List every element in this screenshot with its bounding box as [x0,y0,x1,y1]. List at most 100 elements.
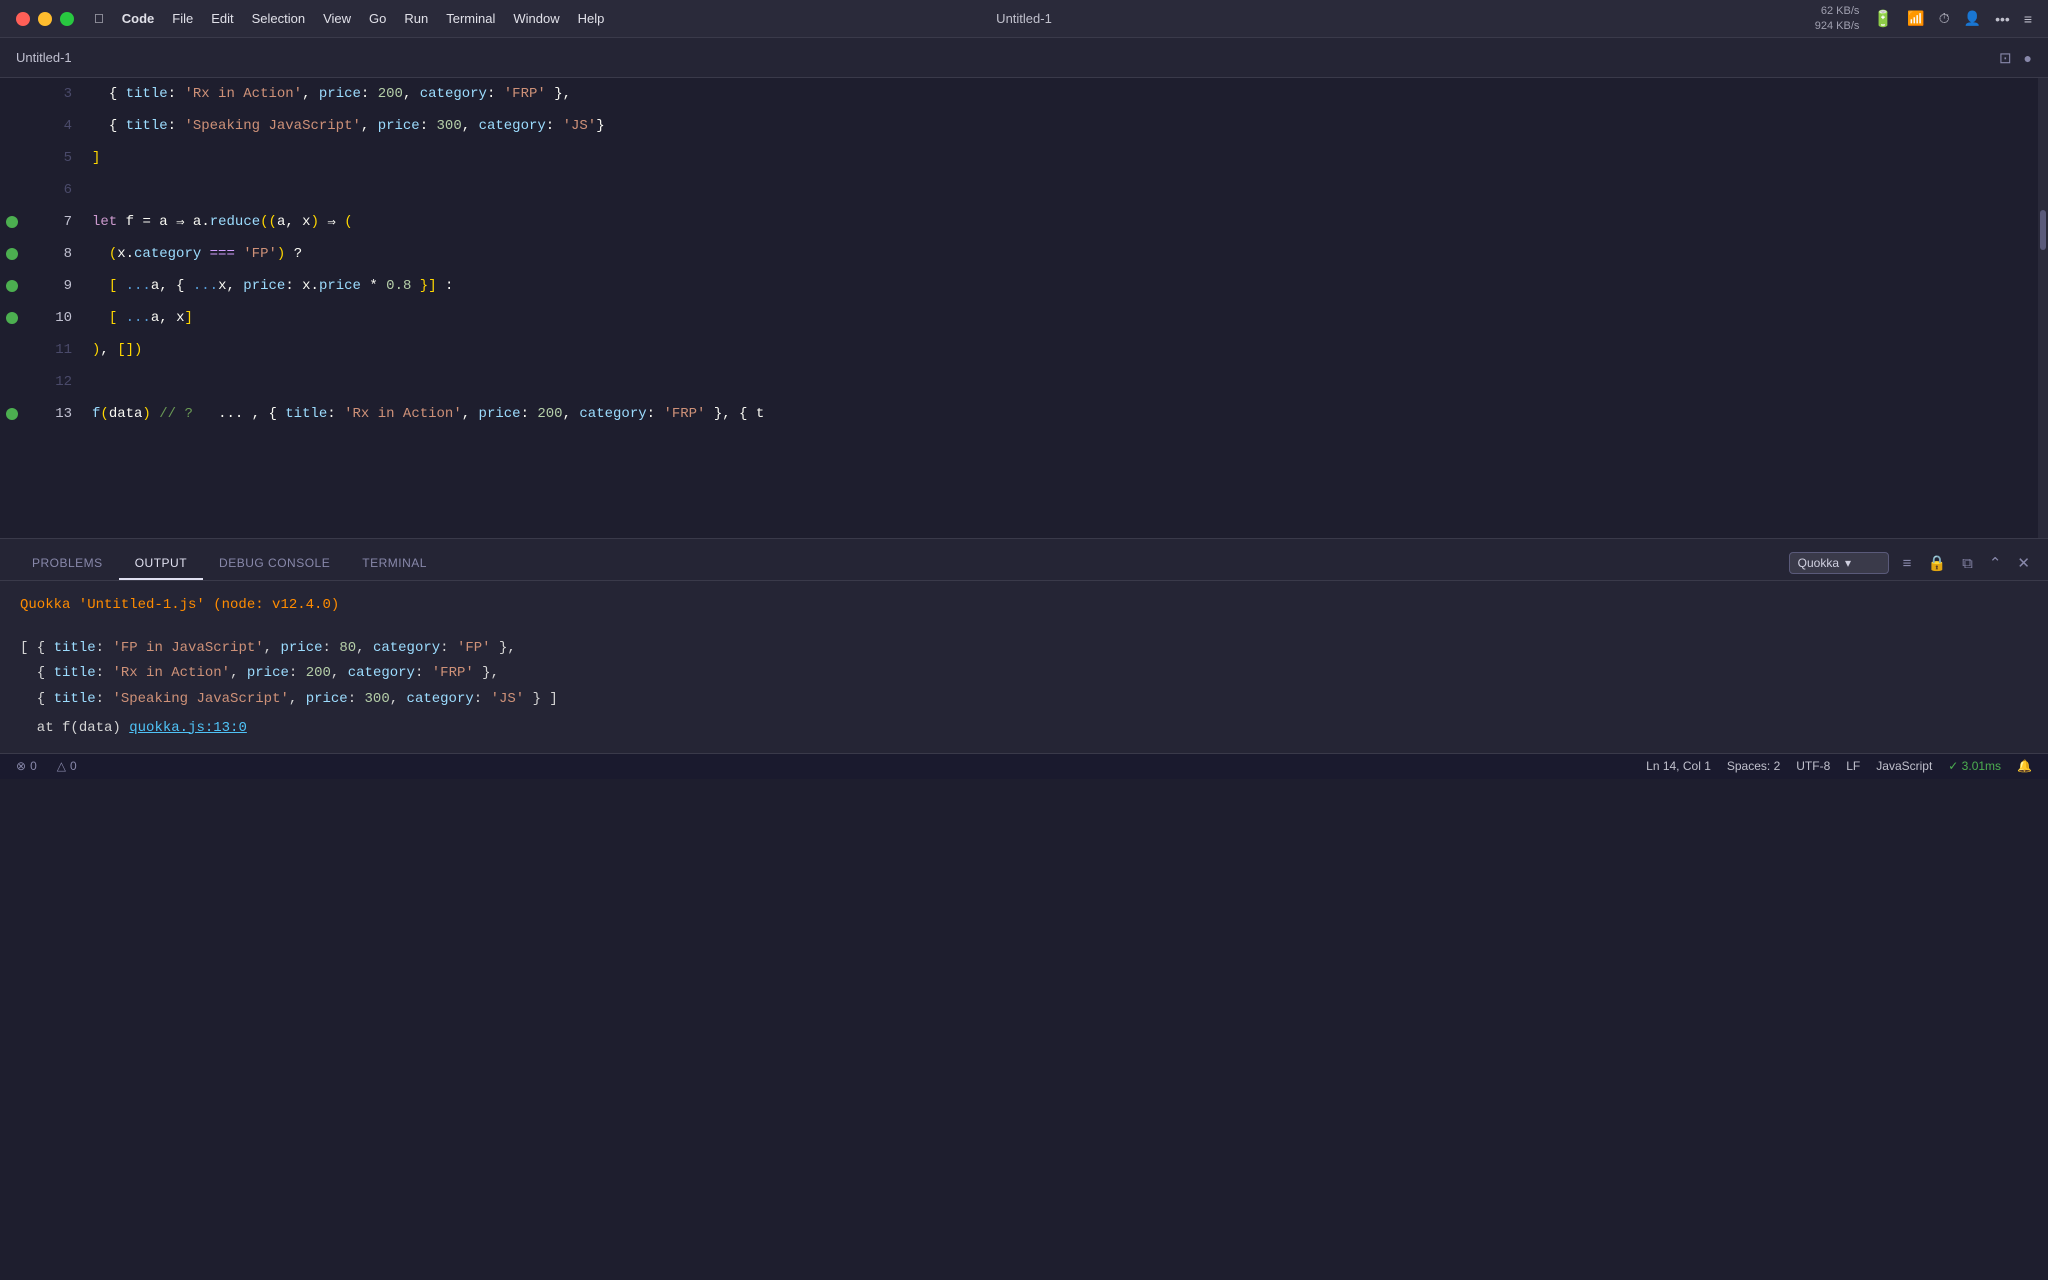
code-line-4: { title: 'Speaking JavaScript', price: 3… [92,110,2048,142]
cursor-position[interactable]: Ln 14, Col 1 [1646,759,1711,773]
output-data-line-3: { title: 'Speaking JavaScript', price: 3… [20,687,2028,712]
output-data-line-2: { title: 'Rx in Action', price: 200, cat… [20,661,2028,686]
output-blank [20,618,2028,636]
bp-5 [0,142,24,174]
bp-8 [0,238,24,270]
output-header: Quokka 'Untitled-1.js' (node: v12.4.0) [20,593,2028,618]
menu-go[interactable]: Go [369,11,386,26]
ln-4: 4 [24,110,72,142]
menu-terminal[interactable]: Terminal [446,11,495,26]
tab-output[interactable]: OUTPUT [119,548,203,580]
code-line-11: ), []) [92,334,2048,366]
bp-10 [0,302,24,334]
line-numbers: 3 4 5 6 7 8 9 10 11 12 13 [24,78,84,538]
bp-4 [0,110,24,142]
panel-right: Quokka ▾ ≡ 🔒 ⧉ ⌃ ✕ [1789,552,2032,580]
ln-6: 6 [24,174,72,206]
chevron-down-icon: ▾ [1845,556,1851,570]
window-title: Untitled-1 [996,11,1052,26]
quokka-header: Quokka 'Untitled-1.js' (node: v12.4.0) [20,597,339,613]
eol-type[interactable]: LF [1846,759,1860,773]
circle-icon: ● [2024,50,2032,66]
output-source-dropdown[interactable]: Quokka ▾ [1789,552,1889,574]
indent-mode[interactable]: Spaces: 2 [1727,759,1780,773]
code-line-13: f(data) // ? ... , { title: 'Rx in Actio… [92,398,2048,430]
encoding[interactable]: UTF-8 [1796,759,1830,773]
ln-11: 11 [24,334,72,366]
apple-menu[interactable]:  [94,11,104,26]
tab-bar: Untitled-1 ⊡ ● [0,38,2048,78]
panel: PROBLEMS OUTPUT DEBUG CONSOLE TERMINAL Q… [0,538,2048,753]
output-at-line: at f(data) quokka.js:13:0 [20,716,2028,741]
code-line-8: (x.category === 'FP') ? [92,238,2048,270]
code-line-7: let f = a ⇒ a.reduce((a, x) ⇒ ( [92,206,2048,238]
error-icon: ⊗ [16,759,26,773]
more-icon[interactable]: ••• [1995,11,2010,27]
code-line-6 [92,174,2048,206]
network-speed: 62 KB/s924 KB/s [1815,4,1860,33]
error-count: ⊗ 0 [16,759,37,773]
bp-12 [0,366,24,398]
wifi-icon: 📶 [1907,10,1924,27]
status-bar: ⊗ 0 △ 0 Ln 14, Col 1 Spaces: 2 UTF-8 LF … [0,753,2048,779]
menu-window[interactable]: Window [513,11,559,26]
expand-icon[interactable]: ⌃ [1987,552,2004,574]
lock-icon[interactable]: 🔒 [1925,552,1948,574]
bp-9 [0,270,24,302]
notification-icon[interactable]: 🔔 [2017,759,2032,773]
code-line-5: ] [92,142,2048,174]
bp-11 [0,334,24,366]
tab-terminal[interactable]: TERMINAL [346,548,443,580]
close-button[interactable] [16,12,30,26]
quokka-link[interactable]: quokka.js:13:0 [129,720,247,736]
user-icon: 👤 [1964,10,1981,27]
output-data-line-1: [ { title: 'FP in JavaScript', price: 80… [20,636,2028,661]
menu-file[interactable]: File [172,11,193,26]
battery-icon: 🔋 [1873,9,1893,29]
tab-problems[interactable]: PROBLEMS [16,548,119,580]
list-icon[interactable]: ≡ [2024,11,2032,27]
code-line-9: [ ...a, { ...x, price: x.price * 0.8 }] … [92,270,2048,302]
breakpoint-area [0,78,24,538]
title-bar-right: 62 KB/s924 KB/s 🔋 📶 ⏱ 👤 ••• ≡ [1815,4,2032,33]
scrollbar-thumb[interactable] [2040,210,2046,250]
close-panel-icon[interactable]: ✕ [2015,552,2032,574]
ln-3: 3 [24,78,72,110]
time-machine-icon: ⏱ [1939,10,1950,27]
code-line-3: { title: 'Rx in Action', price: 200, cat… [92,78,2048,110]
maximize-button[interactable] [60,12,74,26]
ln-7: 7 [24,206,72,238]
menu-edit[interactable]: Edit [211,11,233,26]
bp-3 [0,78,24,110]
bp-7 [0,206,24,238]
minimize-button[interactable] [38,12,52,26]
ln-12: 12 [24,366,72,398]
timing-indicator: ✓ 3.01ms [1948,759,2001,773]
ln-9: 9 [24,270,72,302]
bp-13 [0,398,24,430]
menu-bar:  Code File Edit Selection View Go Run T… [94,11,604,26]
dropdown-label: Quokka [1798,556,1839,570]
tab-icons: ⊡ ● [1999,49,2032,67]
status-right: Ln 14, Col 1 Spaces: 2 UTF-8 LF JavaScri… [1646,759,2032,773]
menu-help[interactable]: Help [578,11,605,26]
menu-run[interactable]: Run [404,11,428,26]
output-content: Quokka 'Untitled-1.js' (node: v12.4.0) [… [0,581,2048,753]
split-editor-icon[interactable]: ⊡ [1999,49,2012,67]
filter-icon[interactable]: ≡ [1901,553,1914,574]
ln-8: 8 [24,238,72,270]
copy-icon[interactable]: ⧉ [1960,553,1975,574]
ln-10: 10 [24,302,72,334]
code-content[interactable]: { title: 'Rx in Action', price: 200, cat… [84,78,2048,538]
editor-scrollbar[interactable] [2038,78,2048,538]
menu-selection[interactable]: Selection [252,11,305,26]
editor-area: 3 4 5 6 7 8 9 10 11 12 13 { title: 'Rx i… [0,78,2048,538]
language-mode[interactable]: JavaScript [1876,759,1932,773]
menu-view[interactable]: View [323,11,351,26]
title-bar:  Code File Edit Selection View Go Run T… [0,0,2048,38]
bp-6 [0,174,24,206]
tab-debug-console[interactable]: DEBUG CONSOLE [203,548,346,580]
menu-code[interactable]: Code [122,11,155,26]
title-bar-left:  Code File Edit Selection View Go Run T… [16,11,604,26]
active-tab-title[interactable]: Untitled-1 [16,50,72,65]
